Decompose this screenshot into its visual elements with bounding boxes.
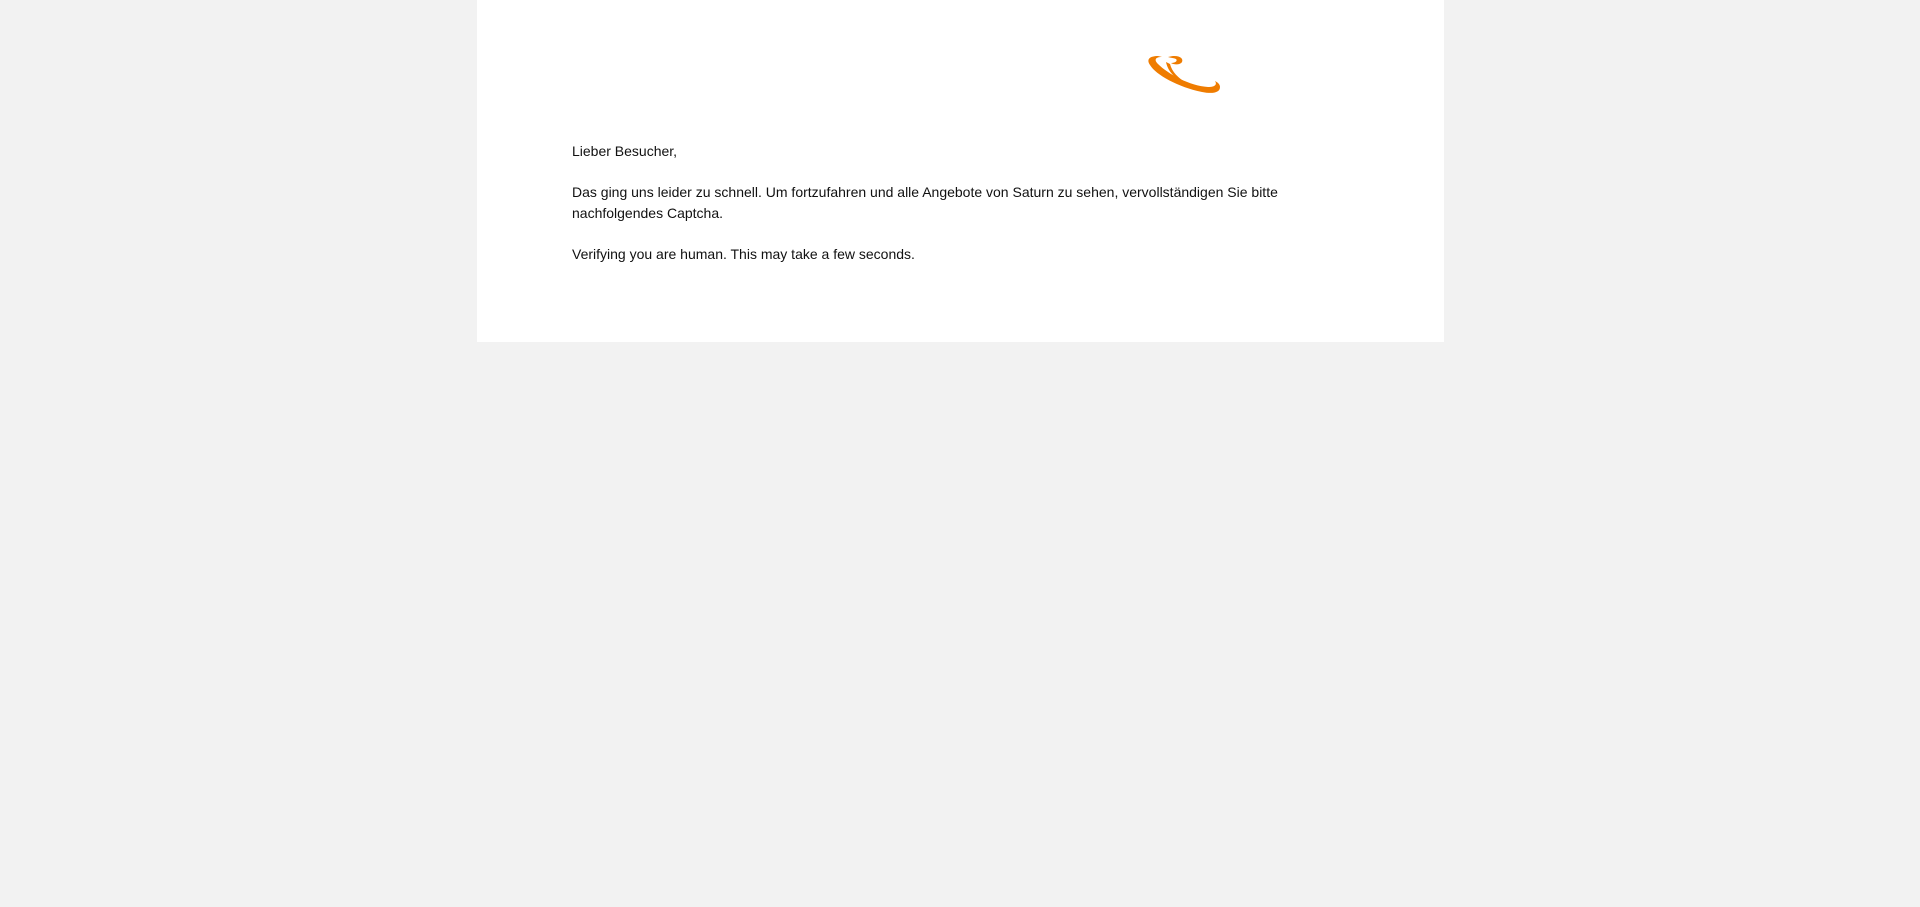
message-content: Lieber Besucher, Das ging uns leider zu …	[572, 141, 1292, 285]
greeting-text: Lieber Besucher,	[572, 143, 678, 159]
page: { "brand": { "logo_icon": "saturn-logo-i…	[0, 0, 1920, 907]
captcha-card: Lieber Besucher, Das ging uns leider zu …	[477, 0, 1444, 342]
saturn-logo-icon	[1148, 55, 1220, 93]
verification-status-text: Verifying you are human. This may take a…	[572, 246, 915, 262]
info-text: Das ging uns leider zu schnell. Um fortz…	[572, 184, 1278, 221]
